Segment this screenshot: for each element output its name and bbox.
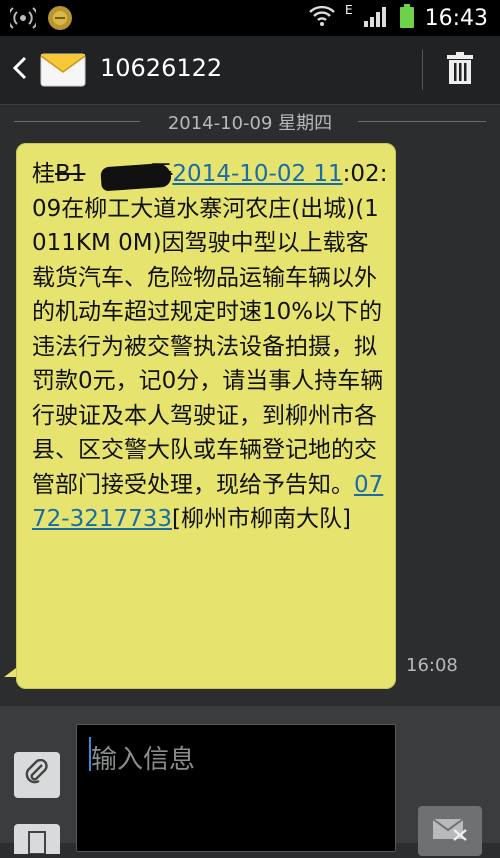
message-signature: [柳州市柳南大队] (172, 506, 351, 532)
redacted-plate: B1于 (55, 157, 172, 192)
input-placeholder: 输入信息 (91, 745, 196, 775)
date-label: 2014-10-09 星期四 (167, 113, 333, 134)
send-envelope-icon (432, 816, 468, 846)
status-time: 16:43 (424, 5, 488, 31)
message-input[interactable]: 输入信息 (76, 724, 396, 852)
document-icon (14, 831, 60, 858)
message-text: 桂B1于2014-10-02 11:02:09在柳工大道水寨河农庄(出城)(10… (32, 157, 388, 537)
message-prefix: 桂 (32, 161, 55, 187)
back-arrow-icon (11, 55, 29, 85)
paperclip-icon (24, 758, 50, 791)
attach-button[interactable] (14, 752, 60, 798)
date-separator: 2014-10-09 星期四 (0, 107, 500, 137)
status-right: E 16:43 (309, 0, 488, 36)
composer-bar: 输入信息 (0, 706, 500, 856)
message-body: :02:09在柳工大道水寨河农庄(出城)(1011KM 0M)因驾驶中型以上载客… (32, 161, 388, 498)
redaction-scribble (100, 162, 172, 192)
back-button[interactable] (8, 52, 32, 88)
signal-icon (363, 5, 389, 31)
conversation-area[interactable]: 2014-10-09 星期四 桂B1于2014-10-02 11:02:09在柳… (0, 105, 500, 705)
trash-icon (447, 52, 473, 88)
datetime-link[interactable]: 2014-10-02 11 (172, 161, 342, 187)
send-button[interactable] (418, 806, 482, 856)
message-timestamp: 16:08 (406, 655, 458, 676)
conversation-header: 10626122 (0, 36, 500, 105)
redacted-plate-text: B1 (55, 161, 86, 187)
app-notification-icon (46, 4, 74, 36)
network-type-label: E (345, 3, 353, 17)
contact-number: 10626122 (100, 54, 223, 82)
contact-avatar[interactable] (40, 50, 86, 90)
insert-button[interactable] (14, 824, 60, 855)
battery-icon (399, 4, 415, 32)
message-bubble[interactable]: 桂B1于2014-10-02 11:02:09在柳工大道水寨河农庄(出城)(10… (16, 143, 396, 689)
envelope-icon (40, 53, 86, 94)
status-bar: E 16:43 (0, 0, 500, 36)
wifi-icon (309, 5, 335, 31)
status-left (7, 4, 74, 36)
delete-button[interactable] (440, 50, 480, 90)
header-divider (422, 50, 423, 90)
wireless-broadcast-icon (7, 5, 39, 35)
